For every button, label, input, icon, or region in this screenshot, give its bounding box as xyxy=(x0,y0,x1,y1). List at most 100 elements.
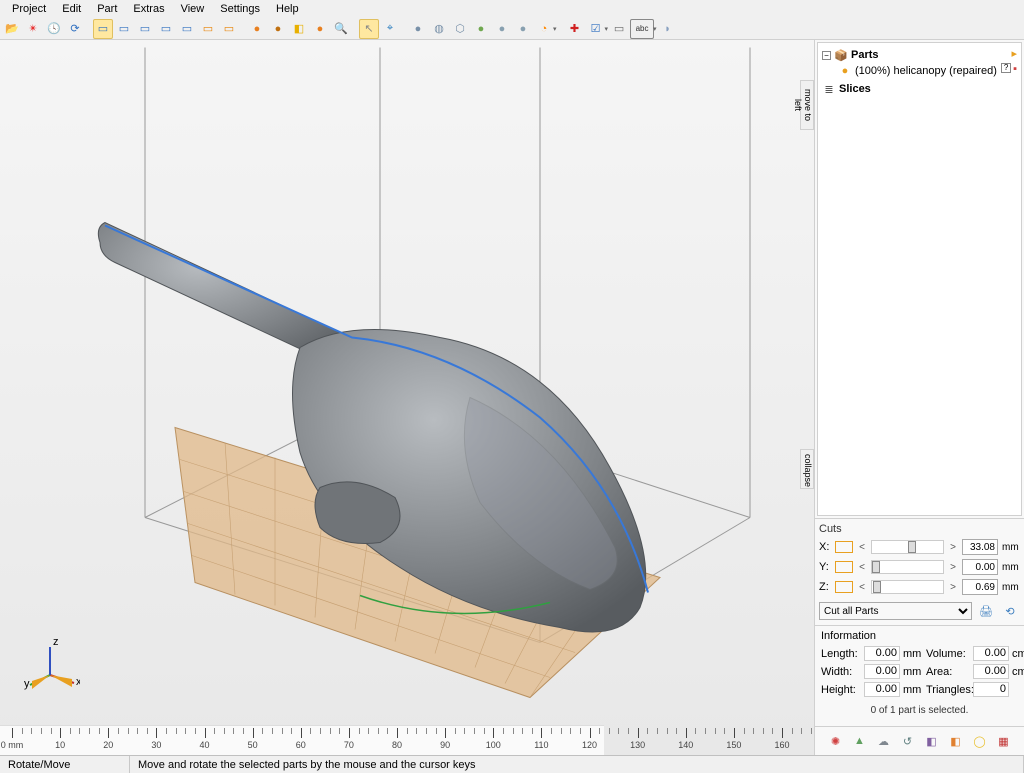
cut-increase-button[interactable]: > xyxy=(948,582,958,593)
axes-icon[interactable]: ⌖ xyxy=(380,19,400,39)
menu-help[interactable]: Help xyxy=(268,1,307,17)
slices-icon: ≣ xyxy=(822,82,836,96)
cloud-icon[interactable]: ☁ xyxy=(874,731,894,751)
gear-icon[interactable]: ✺ xyxy=(826,731,846,751)
cut-value-input[interactable] xyxy=(962,539,998,555)
wizard-icon[interactable]: ✴ xyxy=(23,19,43,39)
cut-increase-button[interactable]: > xyxy=(948,562,958,573)
menu-project[interactable]: Project xyxy=(4,1,54,17)
move-to-left-tab[interactable]: move to left xyxy=(800,80,814,130)
search-icon[interactable]: 🔍 xyxy=(331,19,351,39)
bottom-toolbar: ✺▲☁↺◧◧◯▦ xyxy=(815,726,1024,755)
cut-plane-icon[interactable] xyxy=(835,561,853,573)
pie-icon[interactable]: ◔ xyxy=(534,19,554,39)
cursor-icon[interactable]: ↖ xyxy=(359,19,379,39)
cube-orange-icon[interactable]: ◧ xyxy=(946,731,966,751)
visibility-icon[interactable]: ? xyxy=(1001,63,1011,73)
cut-slider[interactable] xyxy=(871,580,944,594)
ruler-tick-label: 90 xyxy=(440,740,450,750)
collapse-tab[interactable]: collapse xyxy=(800,449,814,489)
swap-icon[interactable]: ↺ xyxy=(898,731,918,751)
cut-axis-label: Z: xyxy=(819,581,831,593)
info-value: 0.00 xyxy=(973,664,1009,679)
cut-print-icon[interactable]: 🖨 xyxy=(976,601,996,621)
info-value: 0.00 xyxy=(864,646,900,661)
cut-decrease-button[interactable]: < xyxy=(857,542,867,553)
sphere2-icon[interactable]: ● xyxy=(268,19,288,39)
scene-canvas[interactable] xyxy=(0,40,814,755)
cut-decrease-button[interactable]: < xyxy=(857,582,867,593)
cut-reset-icon[interactable]: ⟲ xyxy=(1000,601,1020,621)
view2-icon[interactable]: ▭ xyxy=(114,19,134,39)
dropdown-arrow-icon[interactable]: ▾ xyxy=(553,25,557,33)
sphere3-icon[interactable]: ● xyxy=(310,19,330,39)
cut-row-x: X:<>mm xyxy=(819,539,1020,555)
cut-decrease-button[interactable]: < xyxy=(857,562,867,573)
cut-plane-icon[interactable] xyxy=(835,581,853,593)
tree-parts-root[interactable]: − 📦 Parts ▸ xyxy=(822,47,1017,63)
open-icon[interactable]: 📂 xyxy=(2,19,22,39)
view1-icon[interactable]: ▭ xyxy=(93,19,113,39)
collapse-icon[interactable]: − xyxy=(822,51,831,60)
axis-x-label: x xyxy=(76,676,80,688)
cut-slider[interactable] xyxy=(871,540,944,554)
dropdown-arrow-icon[interactable]: ▾ xyxy=(605,25,609,33)
axis-gizmo[interactable]: x y z xyxy=(20,635,80,695)
mesh-icon[interactable]: ▲ xyxy=(850,731,870,751)
ruler-tick-label: 110 xyxy=(534,740,548,750)
menu-view[interactable]: View xyxy=(173,1,213,17)
refresh-icon[interactable]: ⟳ xyxy=(65,19,85,39)
information-panel: Information Length:0.00mmVolume:0.00cm³W… xyxy=(815,625,1024,726)
cube-purple-icon[interactable]: ◧ xyxy=(922,731,942,751)
cut-row-y: Y:<>mm xyxy=(819,559,1020,575)
view7-icon[interactable]: ▭ xyxy=(219,19,239,39)
grid-red-icon[interactable]: ▦ xyxy=(994,731,1014,751)
menu-settings[interactable]: Settings xyxy=(212,1,268,17)
right-panel: − 📦 Parts ▸ ● (100%) helicanopy (repaire… xyxy=(814,40,1024,755)
view4-icon[interactable]: ▭ xyxy=(156,19,176,39)
globe1-icon[interactable]: ● xyxy=(408,19,428,39)
cut-slider[interactable] xyxy=(871,560,944,574)
menu-bar: ProjectEditPartExtrasViewSettingsHelp xyxy=(0,0,1024,18)
cut-increase-button[interactable]: > xyxy=(948,542,958,553)
cut-mode-select[interactable]: Cut all Parts xyxy=(819,602,972,620)
tag-icon[interactable]: ▭ xyxy=(609,19,629,39)
clock-icon[interactable]: 🕓 xyxy=(44,19,64,39)
info-label: Width: xyxy=(821,666,861,678)
delete-icon[interactable]: ▪ xyxy=(1013,63,1017,75)
view6-icon[interactable]: ▭ xyxy=(198,19,218,39)
cut-plane-icon[interactable] xyxy=(835,541,853,553)
menu-part[interactable]: Part xyxy=(89,1,125,17)
view3-icon[interactable]: ▭ xyxy=(135,19,155,39)
view5-icon[interactable]: ▭ xyxy=(177,19,197,39)
globe3-icon[interactable]: ● xyxy=(492,19,512,39)
axis-y-label: y xyxy=(24,678,30,690)
check-icon[interactable]: ☑ xyxy=(586,19,606,39)
cut-value-input[interactable] xyxy=(962,579,998,595)
cut-unit: mm xyxy=(1002,562,1020,573)
menu-extras[interactable]: Extras xyxy=(125,1,172,17)
tree-item-helicanopy[interactable]: ● (100%) helicanopy (repaired) ? ▪ xyxy=(822,63,1017,79)
plus-icon[interactable]: ✚ xyxy=(565,19,585,39)
dropdown-arrow-icon[interactable]: ▾ xyxy=(653,25,657,33)
info-value: 0.00 xyxy=(864,664,900,679)
circle-yellow-icon[interactable]: ◯ xyxy=(970,731,990,751)
sphere1-icon[interactable]: ● xyxy=(247,19,267,39)
status-hint: Move and rotate the selected parts by th… xyxy=(130,756,1024,773)
info-label: Triangles: xyxy=(926,684,970,696)
shape1-icon[interactable]: ⬡ xyxy=(450,19,470,39)
folder-action-icon[interactable]: ▸ xyxy=(1011,47,1017,60)
moon-icon[interactable]: ◗ xyxy=(658,19,678,39)
abc-icon[interactable]: abc xyxy=(630,19,654,39)
cut-value-input[interactable] xyxy=(962,559,998,575)
cube1-icon[interactable]: ◧ xyxy=(289,19,309,39)
globe4-icon[interactable]: ● xyxy=(513,19,533,39)
parts-tree[interactable]: − 📦 Parts ▸ ● (100%) helicanopy (repaire… xyxy=(817,42,1022,516)
menu-edit[interactable]: Edit xyxy=(54,1,89,17)
globe-lines-icon[interactable]: ◍ xyxy=(429,19,449,39)
ruler-tick-label: 20 xyxy=(103,740,113,750)
viewport-3d[interactable]: x y z 0 mm102030405060708090100110120130… xyxy=(0,40,814,755)
tree-slices-root[interactable]: ≣ Slices xyxy=(822,81,1017,97)
globe2-icon[interactable]: ● xyxy=(471,19,491,39)
status-bar: Rotate/Move Move and rotate the selected… xyxy=(0,755,1024,773)
